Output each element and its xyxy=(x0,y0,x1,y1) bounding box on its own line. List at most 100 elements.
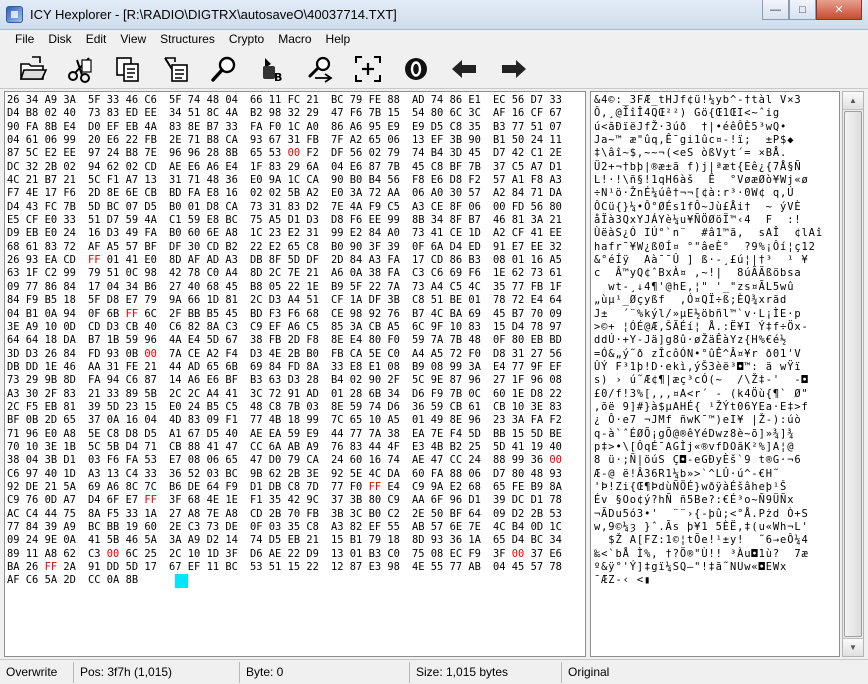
hex-group[interactable]: 97 24 B8 7E xyxy=(88,147,169,160)
hex-group[interactable]: BC 79 FE 88 xyxy=(331,94,412,107)
hex-group[interactable]: 2C F5 EB 81 xyxy=(7,401,88,414)
hex-group[interactable]: 26 34 A9 3A xyxy=(7,94,88,107)
hex-cursor[interactable]: __ xyxy=(175,574,188,588)
hex-group[interactable]: 3C 72 91 AD xyxy=(250,388,331,401)
hex-group[interactable]: 67 EF 11 BC xyxy=(169,561,250,574)
hex-group[interactable]: 63 1F C2 99 xyxy=(7,267,88,280)
hex-group[interactable]: 17 04 34 B6 xyxy=(88,281,169,294)
hex-group[interactable]: 5C F1 A7 13 xyxy=(88,174,169,187)
hex-group[interactable]: 20 E6 22 FB xyxy=(88,134,169,147)
hex-group[interactable]: 38 FB 2D F8 xyxy=(250,334,331,347)
text-row[interactable]: s) › ú˜Æ¢¶|æç³cÓ(~ /\Ž‡-' -◘ xyxy=(594,374,823,387)
hex-row[interactable]: 63 1F C2 99 79 51 0C 98 42 78 C0 A4 8D 2C 7… xyxy=(7,267,562,280)
hex-group[interactable]: 54 80 6C 3C xyxy=(412,107,493,120)
hex-group[interactable]: F7 4E 17 F6 xyxy=(7,187,88,200)
hex-group[interactable]: 36 59 CB 61 xyxy=(412,401,493,414)
hex-group[interactable]: C3 C6 69 F6 xyxy=(412,267,493,280)
hex-byte-highlight[interactable]: FF xyxy=(144,494,157,506)
hex-group[interactable]: 3F 00 37 E6 xyxy=(493,548,562,561)
hex-group[interactable]: 41 5B 46 5A xyxy=(88,534,169,547)
find-next-button[interactable] xyxy=(303,52,337,86)
hex-group[interactable]: BD FA E8 16 xyxy=(169,187,250,200)
hex-group[interactable]: 5E C8 D8 D5 xyxy=(88,428,169,441)
hex-group[interactable]: 60 FA 88 06 xyxy=(412,468,493,481)
hex-group[interactable]: 88 99 36 00 xyxy=(493,454,562,467)
hex-group[interactable]: AA 31 FE 21 xyxy=(88,361,169,374)
hex-row[interactable]: F7 4E 17 F6 2D 8E 6E CB BD FA E8 16 02 02 5… xyxy=(7,187,562,200)
hex-group[interactable]: 45 B7 70 09 xyxy=(493,308,562,321)
hex-group[interactable]: 64 64 18 DA xyxy=(7,334,88,347)
text-row[interactable]: „ùµ¹_Øçyßf ,Ó¤QÏ÷ß;ÈQ¾xrãd xyxy=(594,294,823,307)
hex-row[interactable]: 70 10 3E 1B 5C 5B D4 71 CB 88 41 47 CC 6A A… xyxy=(7,441,562,454)
text-row[interactable]: >©+ ¦ÓÉ@Æ,ŠÃÉí¦ Å.:Ë¥I Ý‡f÷Öx- xyxy=(594,321,823,334)
close-button[interactable]: ✕ xyxy=(816,0,862,20)
hex-group[interactable]: 76 83 44 4F xyxy=(331,441,412,454)
hex-group[interactable]: CD 2B 70 FB xyxy=(250,508,331,521)
hex-row[interactable]: C9 76 0D A7 D4 6F E7 FF 3F 68 4E 1E F1 35 4… xyxy=(7,494,562,507)
hex-group[interactable]: 8A F5 33 1A xyxy=(88,508,169,521)
hex-byte-highlight[interactable]: FF xyxy=(126,308,139,320)
hex-group[interactable]: 70 10 3E 1B xyxy=(7,441,88,454)
hex-byte-highlight[interactable]: FF xyxy=(88,254,101,266)
hex-group[interactable]: 90 FA 8B E4 xyxy=(7,121,88,134)
status-mode[interactable]: Overwrite xyxy=(0,662,74,683)
hex-row[interactable]: 68 61 83 72 AF A5 57 BF DF 30 CD B2 22 E2 6… xyxy=(7,241,562,254)
hex-group[interactable]: D7 42 C1 2E xyxy=(493,147,562,160)
minimize-button[interactable]: — xyxy=(762,0,789,20)
hex-row[interactable]: E5 CF E0 33 51 D7 59 4A C1 59 E8 BC 75 A5 D… xyxy=(7,214,562,227)
hex-row[interactable]: A3 30 2F 83 21 33 89 5B 2C 2C A4 41 3C 72 9… xyxy=(7,388,562,401)
hex-group[interactable]: 90 B0 B4 56 xyxy=(331,174,412,187)
hex-group[interactable]: C8 51 BE 01 xyxy=(412,294,493,307)
hex-group[interactable]: 74 B4 3D 45 xyxy=(412,147,493,160)
menu-structures[interactable]: Structures xyxy=(153,32,222,46)
hex-group[interactable]: 42 78 C0 A4 xyxy=(169,267,250,280)
hex-group[interactable]: 2C 10 1D 3F xyxy=(169,548,250,561)
text-row[interactable]: ¬ÃDu5ó3•' ¨¨›{-þû;<°Å.Pżd Ò+S xyxy=(594,508,823,521)
hex-group[interactable]: D1 DB C8 7D xyxy=(250,481,331,494)
hex-row[interactable]: BF 0B 2D 65 37 0A 16 04 4D 83 09 F1 77 4B 1… xyxy=(7,414,562,427)
hex-row[interactable]: 92 DE 21 5A 69 A6 8C 7C B6 DE 64 F9 D1 DB C… xyxy=(7,481,562,494)
text-row[interactable]: q-à`ˆÉØÕ¡gÕ@®êYéDwz8è~õ]»¾]¾ xyxy=(594,428,823,441)
hex-group[interactable]: 37 0A 16 04 xyxy=(88,414,169,427)
hex-group[interactable]: A3 82 EF 55 xyxy=(331,521,412,534)
hex-group[interactable]: 1E 62 73 61 xyxy=(493,267,562,280)
hex-row[interactable]: 84 F9 B5 18 5F D8 E7 79 9A 66 1D 81 2C D3 A… xyxy=(7,294,562,307)
copy-button[interactable] xyxy=(111,52,145,86)
maximize-button[interactable]: □ xyxy=(789,0,816,20)
hex-group[interactable]: C6 97 40 1D xyxy=(7,468,88,481)
hex-group[interactable]: 23 3A FA F2 xyxy=(493,414,562,427)
hex-group[interactable]: 37 3B 80 C9 xyxy=(331,494,412,507)
hex-group[interactable]: 53 51 15 22 xyxy=(250,561,331,574)
scroll-down-arrow[interactable]: ▼ xyxy=(843,638,863,656)
hex-group[interactable]: 09 77 86 84 xyxy=(7,281,88,294)
hex-group[interactable]: BD F3 F6 68 xyxy=(250,308,331,321)
hex-group[interactable]: 2F BB B5 45 xyxy=(169,308,250,321)
text-row[interactable]: w,9©¼ȝ }ˆ.Ãs þ¥1 5ÈË,‡(u«Wh¬L' xyxy=(594,521,823,534)
menu-macro[interactable]: Macro xyxy=(271,32,318,46)
hex-group[interactable]: C1 59 E8 BC xyxy=(169,214,250,227)
hex-group[interactable]: 1C 23 E2 31 xyxy=(250,227,331,240)
text-row[interactable]: ‡\âî~$,~~¬(<eS òßVyt´= ×BÅ. xyxy=(594,147,823,160)
hex-group[interactable]: 01 49 8E 96 xyxy=(412,414,493,427)
scroll-up-arrow[interactable]: ▲ xyxy=(843,92,863,110)
text-row[interactable]: ,õë 9]#}à$µAHÉ{ ¹ŽÝt06YEa·E‡>f xyxy=(594,401,823,414)
hex-group[interactable]: 7A CE A2 F4 xyxy=(169,348,250,361)
hex-group[interactable]: 14 A6 E6 BF xyxy=(169,374,250,387)
hex-group[interactable]: 5F 33 46 C6 xyxy=(88,94,169,107)
scroll-thumb[interactable] xyxy=(844,111,862,637)
text-row[interactable]: ¯ÆZ-‹ <▮ xyxy=(594,574,823,587)
text-row[interactable]: ‰<`bÅ Ì%, †?Ö®"Ù!! ³Àu◘1ù? 7æ xyxy=(594,548,823,561)
hex-group[interactable]: 5C 9E 87 96 xyxy=(412,374,493,387)
hex-group[interactable]: 44 77 7A 38 xyxy=(331,428,412,441)
hex-group[interactable]: 17 CD 86 B3 xyxy=(412,254,493,267)
menu-view[interactable]: View xyxy=(113,32,153,46)
hex-group[interactable]: A1 67 D5 40 xyxy=(169,428,250,441)
hex-group[interactable]: D4 43 FC 7B xyxy=(7,201,88,214)
hex-group[interactable]: 27 40 68 45 xyxy=(169,281,250,294)
hex-group[interactable]: 99 E2 84 A0 xyxy=(331,227,412,240)
hex-group[interactable]: 4C 21 B7 21 xyxy=(7,174,88,187)
hex-group[interactable]: EA 7E F4 5D xyxy=(412,428,493,441)
hex-group[interactable]: 2E C3 73 DE xyxy=(169,521,250,534)
text-row[interactable]: J± ´¨%kýl/»µE½öbñl™`v·L¡ÌE·p xyxy=(594,308,823,321)
hex-row[interactable]: 71 96 E0 A8 5E C8 D8 D5 A1 67 D5 40 AE EA 5… xyxy=(7,428,562,441)
